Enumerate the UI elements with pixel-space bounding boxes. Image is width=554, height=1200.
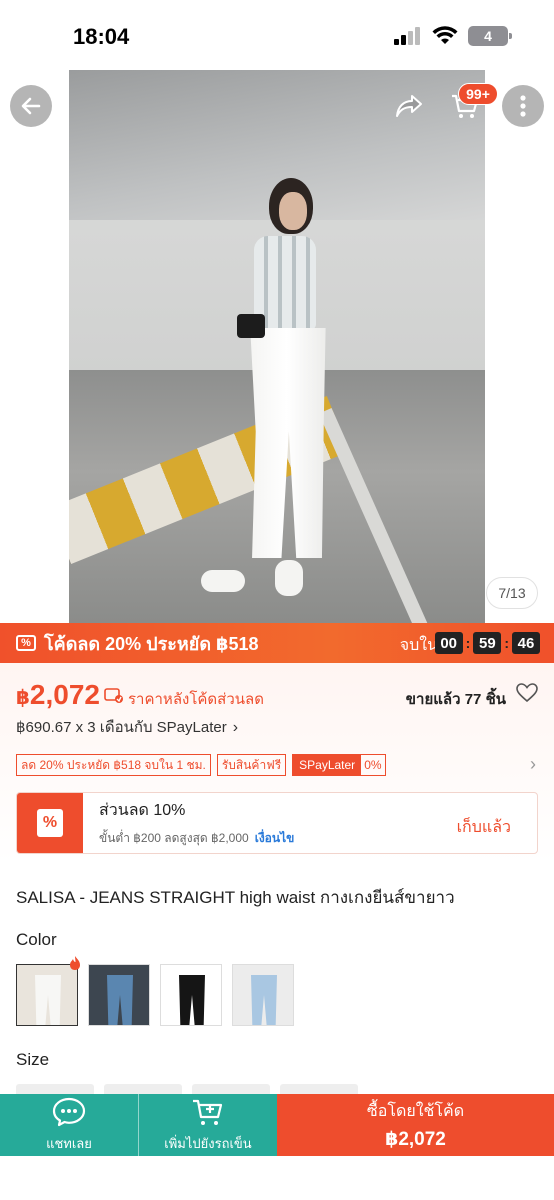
color-swatches — [16, 964, 294, 1026]
promo-tags[interactable]: ลด 20% ประหยัด ฿518 จบใน 1 ชม. รับสินค้า… — [16, 754, 386, 776]
buy-price: ฿2,072 — [385, 1129, 446, 1150]
timer-hours: 00 — [434, 632, 463, 654]
spaylater-label: SPayLater — [293, 755, 362, 775]
free-gift-tag: รับสินค้าฟรี — [216, 754, 287, 776]
product-page: 18:04 4 99+ 7/13 % โค้ดลด 20% ประหยัด ฿5… — [0, 0, 554, 1200]
flash-ends-label: จบใน — [399, 637, 438, 654]
color-swatch-light-blue[interactable] — [232, 964, 294, 1026]
coupon-icon: % — [16, 635, 36, 651]
home-indicator-area — [0, 1156, 554, 1200]
add-cart-label: เพิ่มไปยังรถเข็น — [164, 1135, 252, 1151]
spaylater-tag: SPayLater 0% — [292, 754, 386, 776]
more-vertical-icon — [520, 95, 526, 117]
voucher-min-spend: ขั้นต่ำ ฿200 ลดสูงสุด ฿2,000 — [99, 831, 249, 845]
discount-tag: ลด 20% ประหยัด ฿518 จบใน 1 ชม. — [16, 754, 211, 776]
timer-separator: : — [465, 635, 471, 651]
sold-count: ขายแล้ว 77 ชิ้น — [405, 691, 506, 708]
model-face — [279, 192, 307, 230]
price-section: ฿2,072 ราคาหลังโค้ดส่วนลด ขายแล้ว 77 ชิ้… — [0, 663, 554, 863]
favorite-heart-icon[interactable] — [516, 683, 538, 709]
price: ฿2,072 — [16, 679, 100, 711]
flash-deal-title: โค้ดลด 20% ประหยัด ฿518 — [44, 633, 259, 654]
chat-icon — [52, 1097, 86, 1126]
model-shoe — [201, 570, 245, 592]
price-currency: ฿ — [16, 687, 30, 709]
price-amount: 2,072 — [29, 679, 100, 710]
percent-icon: % — [37, 809, 63, 837]
share-icon — [396, 95, 422, 117]
add-to-cart-button[interactable]: เพิ่มไปยังรถเข็น — [138, 1094, 277, 1156]
spaylater-rate: 0% — [364, 758, 382, 772]
status-icons: 4 — [394, 26, 512, 46]
status-bar: 18:04 4 — [0, 0, 554, 70]
color-label: Color — [16, 930, 57, 949]
model-shoe — [275, 560, 303, 596]
chat-label: แชทเลย — [46, 1135, 92, 1151]
chat-button[interactable]: แชทเลย — [0, 1094, 138, 1156]
voucher-icon: % — [17, 793, 83, 853]
size-label: Size — [16, 1050, 50, 1069]
timer-separator: : — [504, 635, 509, 651]
cart-badge: 99+ — [458, 83, 498, 105]
swatch-jeans — [107, 975, 133, 1025]
chevron-right-icon[interactable]: › — [530, 754, 536, 775]
arrow-left-icon — [21, 97, 41, 115]
voucher-condition-link[interactable]: เงื่อนไข — [255, 831, 295, 845]
swatch-jeans — [179, 975, 205, 1025]
chevron-right-icon: › — [232, 719, 239, 736]
battery-icon: 4 — [468, 26, 512, 46]
buy-with-code-button[interactable]: ซื้อโดยใช้โค้ด ฿2,072 — [277, 1094, 554, 1156]
voucher-title: ส่วนลด 10% — [99, 802, 186, 819]
installment-text: ฿690.67 x 3 เดือนกับ SPayLater — [16, 719, 227, 736]
timer-minutes: 59 — [473, 632, 502, 654]
voucher-subtitle: ขั้นต่ำ ฿200 ลดสูงสุด ฿2,000 เงื่อนไข — [99, 829, 294, 848]
countdown-timer: 00 : 59 : 46 — [434, 632, 540, 654]
product-image[interactable] — [69, 70, 485, 623]
voucher-body: ส่วนลด 10% ขั้นต่ำ ฿200 ลดสูงสุด ฿2,000 เ… — [99, 798, 294, 848]
status-time: 18:04 — [73, 24, 130, 49]
voucher-claim-button[interactable]: เก็บแล้ว — [457, 815, 511, 840]
product-title: SALISA - JEANS STRAIGHT high waist กางเก… — [16, 888, 455, 907]
code-price-icon — [104, 687, 124, 706]
signal-icon — [394, 27, 420, 45]
color-swatch-blue[interactable] — [88, 964, 150, 1026]
more-button[interactable] — [502, 85, 544, 127]
back-button[interactable] — [10, 85, 52, 127]
model-bag — [237, 314, 265, 338]
image-counter: 7/13 — [486, 577, 538, 609]
color-swatch-black[interactable] — [160, 964, 222, 1026]
timer-seconds: 46 — [512, 632, 540, 654]
buy-label: ซื้อโดยใช้โค้ด — [366, 1103, 465, 1120]
wifi-icon — [432, 26, 458, 44]
share-button[interactable] — [388, 85, 430, 127]
add-cart-icon — [193, 1099, 223, 1125]
code-price-label: ราคาหลังโค้ดส่วนลด — [128, 691, 264, 708]
flash-deal-banner[interactable]: % โค้ดลด 20% ประหยัด ฿518 จบใน 00 : 59 :… — [0, 623, 554, 663]
swatch-jeans — [251, 975, 277, 1025]
voucher-card[interactable]: % ส่วนลด 10% ขั้นต่ำ ฿200 ลดสูงสุด ฿2,00… — [16, 792, 538, 854]
installment-link[interactable]: ฿690.67 x 3 เดือนกับ SPayLater › — [16, 715, 238, 739]
bottom-action-bar: แชทเลย เพิ่มไปยังรถเข็น ซื้อโดยใช้โค้ด ฿… — [0, 1094, 554, 1156]
fire-icon — [68, 955, 82, 976]
swatch-jeans — [35, 975, 61, 1025]
